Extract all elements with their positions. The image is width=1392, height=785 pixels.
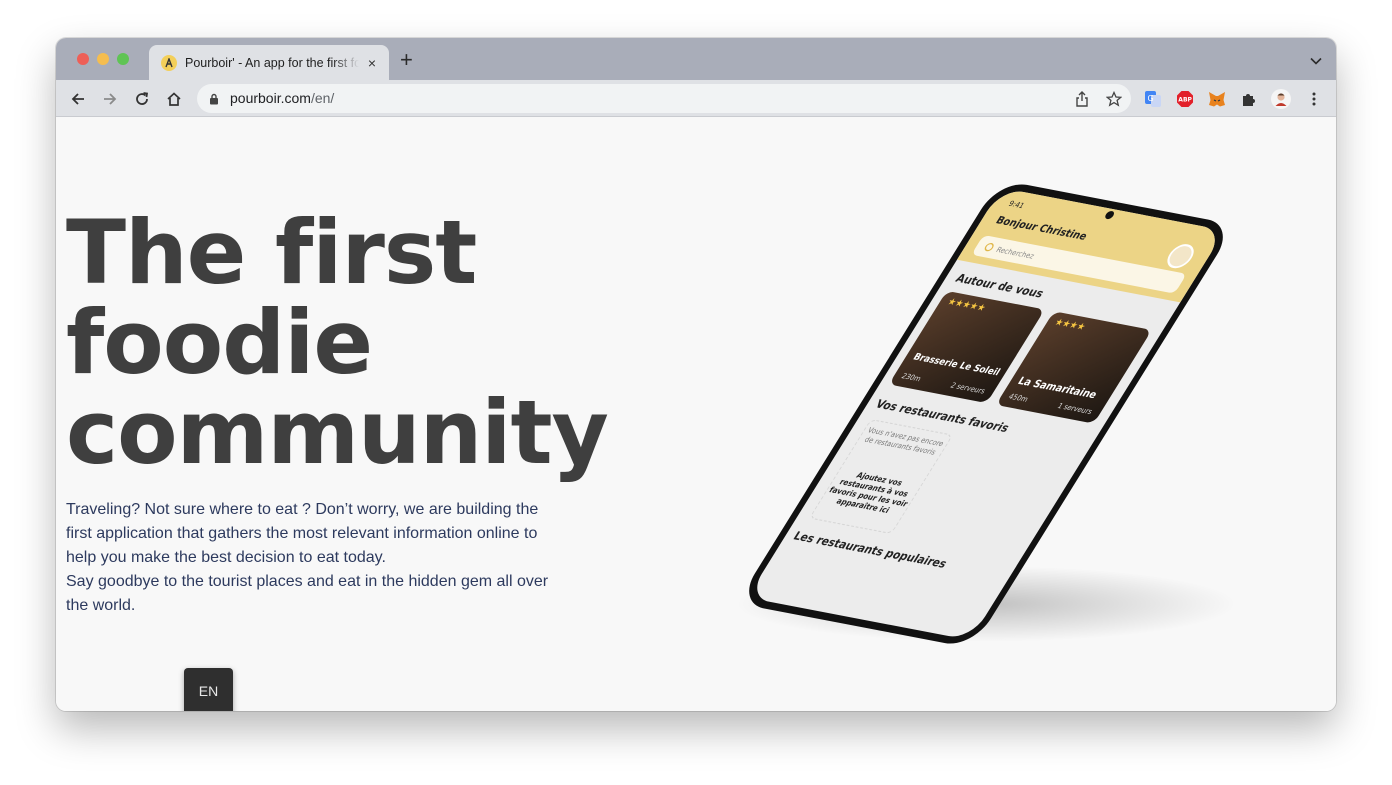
bookmark-star-icon[interactable]: [1105, 90, 1123, 108]
phone-mockup: 9:41 Bonjour Christine Recherchez Autour…: [696, 184, 1256, 654]
browser-window: Pourboir' - An app for the first foodie …: [56, 38, 1336, 711]
svg-text:ABP: ABP: [1178, 97, 1192, 104]
hero-description: Traveling? Not sure where to eat ? Don’t…: [66, 498, 556, 618]
lock-icon[interactable]: [209, 92, 219, 110]
adblock-plus-icon[interactable]: ABP: [1175, 89, 1195, 109]
url-text: pourboir.com/en/: [230, 90, 334, 106]
browser-menu-kebab-icon[interactable]: [1304, 89, 1324, 109]
share-icon[interactable]: [1073, 90, 1091, 108]
hero-headline: The first foodie community: [66, 208, 626, 478]
minimize-window-button[interactable]: [97, 53, 109, 65]
headline-line-1: The first: [66, 201, 477, 304]
headline-line-3: community: [66, 381, 609, 484]
reload-icon[interactable]: [132, 89, 152, 109]
address-bar[interactable]: pourboir.com/en/: [197, 84, 1131, 113]
svg-text:G: G: [1148, 94, 1154, 103]
home-icon[interactable]: [164, 89, 184, 109]
google-translate-icon[interactable]: G: [1143, 89, 1163, 109]
language-button[interactable]: EN: [184, 668, 233, 711]
new-tab-button[interactable]: +: [400, 49, 413, 71]
browser-toolbar: pourboir.com/en/ G ABP: [56, 80, 1336, 117]
close-window-button[interactable]: [77, 53, 89, 65]
metamask-fox-icon[interactable]: [1207, 89, 1227, 109]
description-paragraph-2: Say goodbye to the tourist places and ea…: [66, 573, 549, 614]
url-path: /en/: [310, 90, 335, 106]
description-paragraph-1: Traveling? Not sure where to eat ? Don’t…: [66, 501, 539, 566]
tab-close-icon[interactable]: ×: [365, 55, 379, 71]
headline-line-2: foodie: [66, 291, 373, 394]
tab-strip: Pourboir' - An app for the first foodie …: [56, 38, 1336, 80]
page-content: The first foodie community Traveling? No…: [56, 118, 1336, 711]
tab-search-chevron-icon[interactable]: [1310, 52, 1322, 70]
tab-title: Pourboir' - An app for the first foodie …: [185, 55, 359, 70]
back-arrow-icon[interactable]: [68, 89, 88, 109]
forward-arrow-icon[interactable]: [100, 89, 120, 109]
profile-avatar[interactable]: [1271, 89, 1291, 109]
tab-active[interactable]: Pourboir' - An app for the first foodie …: [149, 45, 389, 80]
url-domain: pourboir.com: [230, 90, 311, 106]
extensions-puzzle-icon[interactable]: [1239, 89, 1259, 109]
phone-mockup-illustration: 9:41 Bonjour Christine Recherchez Autour…: [736, 184, 1236, 644]
zoom-window-button[interactable]: [117, 53, 129, 65]
pourboir-favicon-icon: [161, 54, 177, 71]
